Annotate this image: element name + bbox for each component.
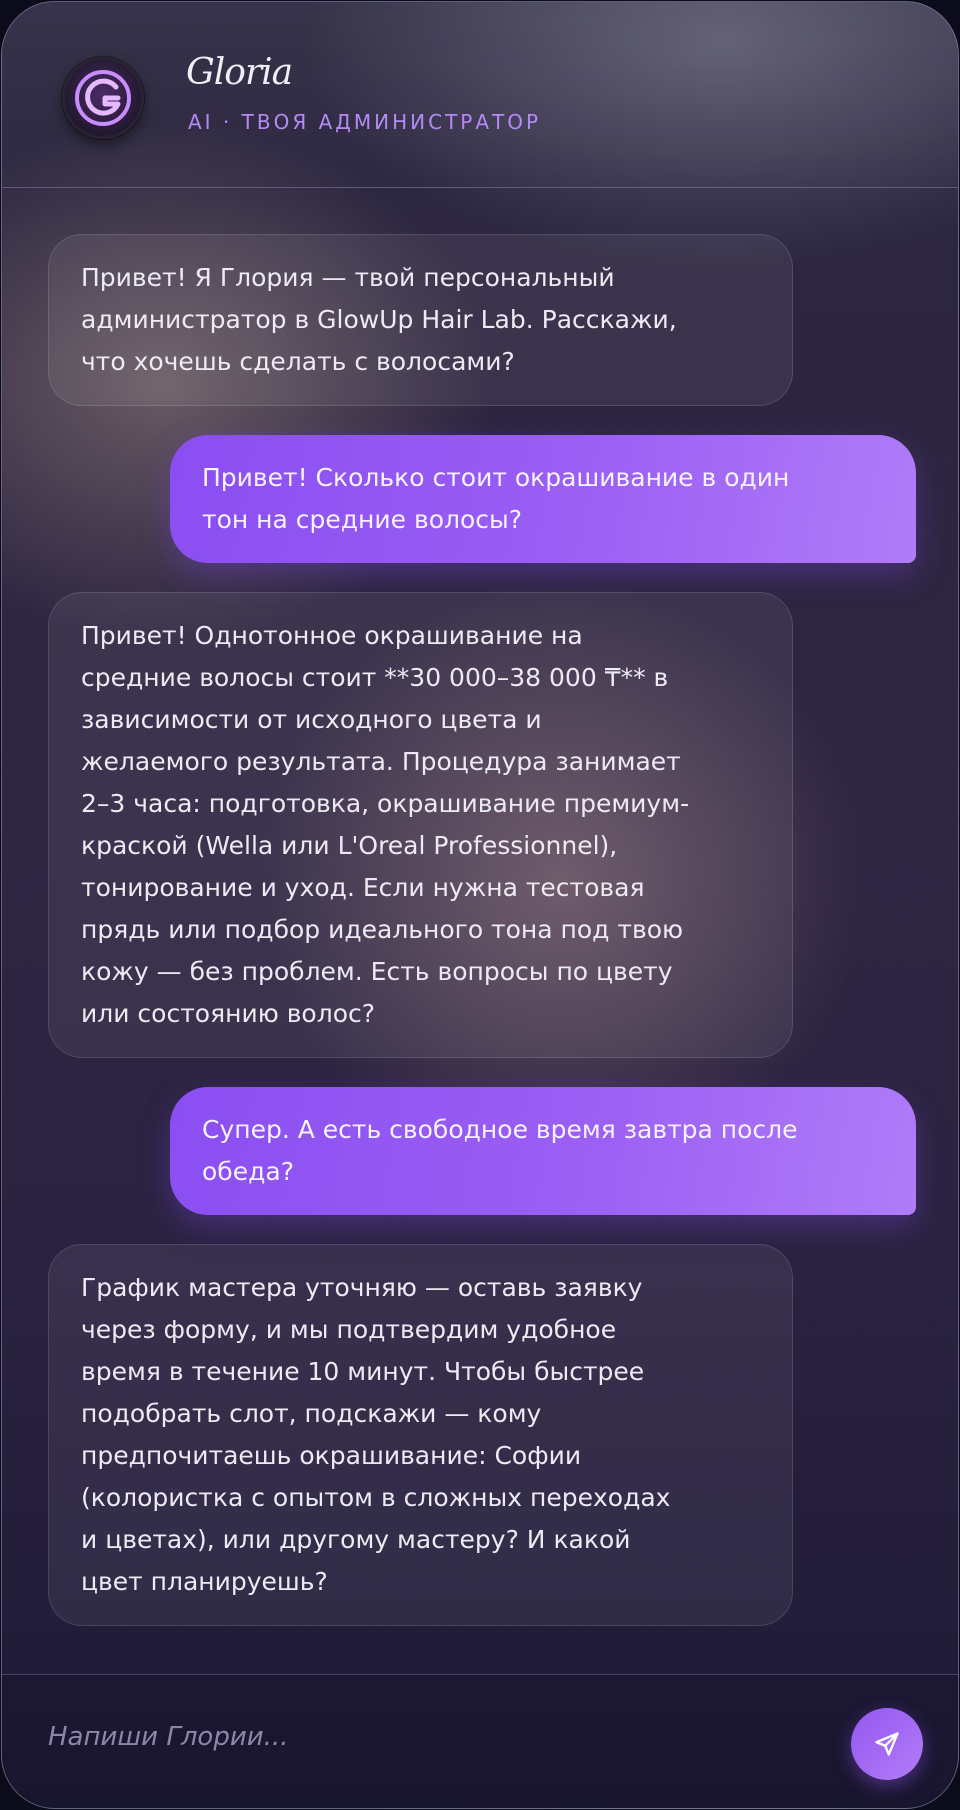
message-composer (2, 1674, 958, 1808)
message-input[interactable] (48, 1697, 828, 1777)
chat-window: Gloria AI · ТВОЯ АДМИНИСТРАТОР Привет! Я… (1, 1, 959, 1809)
send-icon (875, 1732, 899, 1756)
bot-message: Привет! Я Глория — твой персональный адм… (48, 234, 793, 406)
avatar (62, 57, 144, 139)
bot-message: Привет! Однотонное окрашивание на средни… (48, 592, 793, 1058)
bot-message: График мастера уточняю — оставь заявку ч… (48, 1244, 793, 1626)
assistant-subtitle: AI · ТВОЯ АДМИНИСТРАТОР (188, 110, 542, 134)
user-message: Супер. А есть свободное время завтра пос… (170, 1087, 916, 1215)
user-message: Привет! Сколько стоит окрашивание в один… (170, 435, 916, 563)
assistant-name: Gloria (186, 52, 293, 93)
send-button[interactable] (851, 1708, 923, 1780)
g-logo-icon (75, 70, 131, 126)
chat-header: Gloria AI · ТВОЯ АДМИНИСТРАТОР (2, 2, 958, 188)
